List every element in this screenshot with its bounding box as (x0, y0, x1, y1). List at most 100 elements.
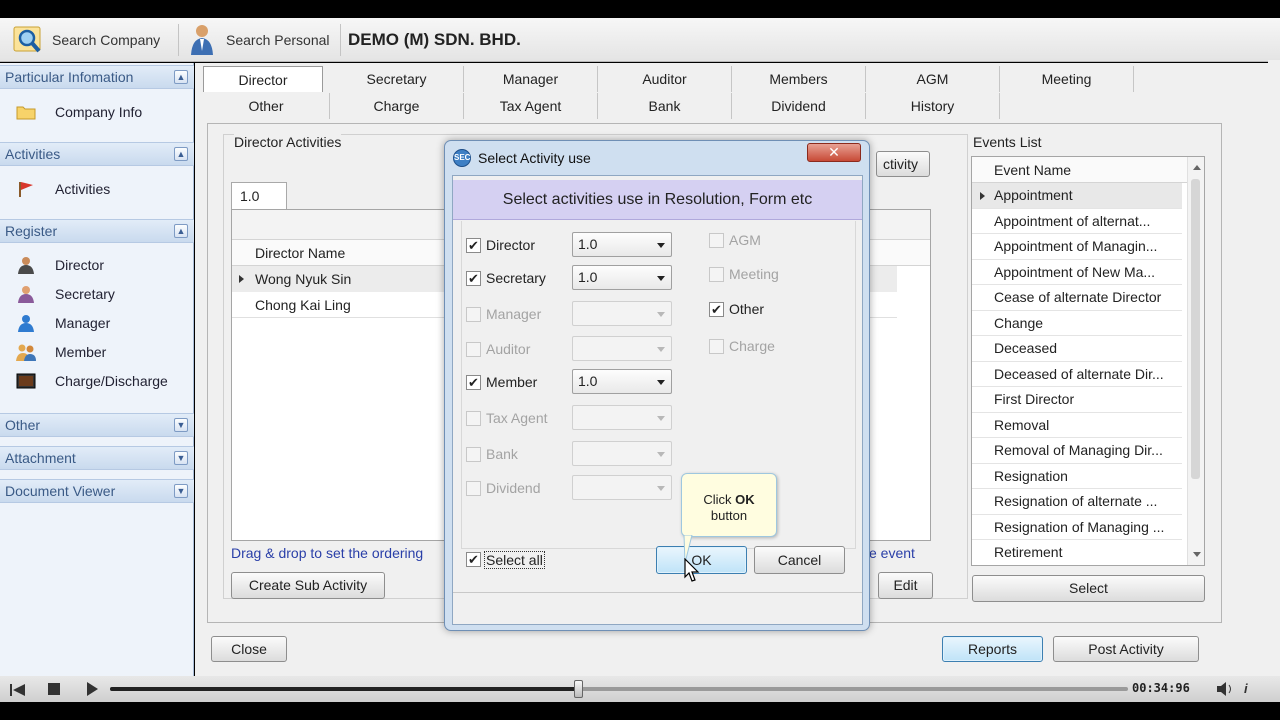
group-register[interactable]: Register ▲ (0, 219, 194, 243)
tab-auditor[interactable]: Auditor (598, 66, 732, 92)
info-icon[interactable]: i (1244, 681, 1248, 696)
column-header-event-name[interactable]: Event Name (972, 157, 1187, 183)
charge-checkbox[interactable] (709, 339, 724, 354)
post-activity-button[interactable]: Post Activity (1053, 636, 1199, 662)
reports-button[interactable]: Reports (942, 636, 1043, 662)
event-list-item[interactable]: Resignation of Managing ... (972, 515, 1182, 540)
secretary-version-select[interactable]: 1.0 (572, 265, 672, 290)
sidebar-item-manager[interactable]: Manager (0, 309, 192, 337)
search-company-label: Search Company (52, 32, 161, 48)
event-list-item[interactable]: Change (972, 311, 1182, 336)
tab-history[interactable]: History (866, 93, 1000, 119)
stop-icon[interactable] (48, 683, 60, 695)
tax-agent-version-select[interactable] (572, 405, 672, 430)
event-list-item[interactable]: Cease of alternate Director (972, 285, 1182, 311)
collapse-icon[interactable]: ▲ (174, 70, 188, 84)
expand-icon[interactable]: ▼ (174, 484, 188, 498)
collapse-icon[interactable]: ▲ (174, 224, 188, 238)
director-version-select[interactable]: 1.0 (572, 232, 672, 257)
collapse-icon[interactable]: ▲ (174, 147, 188, 161)
tab-secretary[interactable]: Secretary (330, 66, 464, 92)
sidebar-item-charge-discharge[interactable]: Charge/Discharge (0, 367, 192, 395)
search-personal-button[interactable]: Search Personal (186, 18, 330, 62)
search-company-button[interactable]: Search Company (12, 18, 160, 62)
group-other[interactable]: Other ▼ (0, 413, 194, 437)
sidebar-item-secretary[interactable]: Secretary (0, 280, 192, 308)
select-all-label[interactable]: Select all (484, 551, 545, 569)
dividend-version-select[interactable] (572, 475, 672, 500)
tab-agm[interactable]: AGM (866, 66, 1000, 92)
auditor-checkbox[interactable] (466, 342, 481, 357)
select-button[interactable]: Select (972, 575, 1205, 602)
volume-icon[interactable] (1216, 682, 1234, 696)
sidebar-item-activities[interactable]: Activities (0, 175, 192, 203)
bottom-black-bar (0, 702, 1280, 720)
tab-other[interactable]: Other (203, 93, 330, 119)
add-activity-button[interactable]: ctivity (876, 151, 930, 177)
event-list-item[interactable]: Appointment of Managin... (972, 234, 1182, 260)
event-list-item[interactable]: Removal of Managing Dir... (972, 438, 1182, 464)
cancel-button[interactable]: Cancel (754, 546, 845, 574)
group-particular-information[interactable]: Particular Infomation ▲ (0, 65, 194, 89)
sidebar-item-company-info[interactable]: Company Info (0, 98, 192, 126)
manager-checkbox[interactable] (466, 307, 481, 322)
events-scrollbar[interactable] (1187, 157, 1204, 565)
event-list-item[interactable]: Appointment (972, 183, 1182, 209)
tab-tax-agent[interactable]: Tax Agent (464, 93, 598, 119)
other-checkbox[interactable]: ✔ (709, 302, 724, 317)
sidebar: Particular Infomation ▲ Company Info Act… (0, 63, 194, 676)
bank-version-select[interactable] (572, 441, 672, 466)
event-list-item[interactable]: Retirement (972, 540, 1182, 565)
tab-bank[interactable]: Bank (598, 93, 732, 119)
manager-version-select[interactable] (572, 301, 672, 326)
member-version-select[interactable]: 1.0 (572, 369, 672, 394)
event-list-item[interactable]: Deceased (972, 336, 1182, 362)
director-checkbox[interactable]: ✔ (466, 238, 481, 253)
close-button[interactable]: Close (211, 636, 287, 662)
events-list-title: Events List (973, 134, 1042, 150)
group-attachment[interactable]: Attachment ▼ (0, 446, 194, 470)
seek-handle[interactable] (574, 680, 584, 698)
event-list-item[interactable]: Removal (972, 413, 1182, 438)
play-icon[interactable] (87, 682, 98, 696)
dividend-checkbox[interactable] (466, 481, 481, 496)
scroll-thumb[interactable] (1191, 179, 1200, 479)
bank-checkbox[interactable] (466, 447, 481, 462)
expand-icon[interactable]: ▼ (174, 418, 188, 432)
meeting-checkbox[interactable] (709, 267, 724, 282)
tab-charge[interactable]: Charge (330, 93, 464, 119)
dialog-body: Select activities use in Resolution, For… (452, 175, 863, 625)
group-document-viewer[interactable]: Document Viewer ▼ (0, 479, 194, 503)
event-list-item[interactable]: Appointment of alternat... (972, 209, 1182, 234)
secretary-checkbox[interactable]: ✔ (466, 271, 481, 286)
tab-dividend[interactable]: Dividend (732, 93, 866, 119)
sidebar-item-director[interactable]: Director (0, 251, 192, 279)
event-list-item[interactable]: First Director (972, 387, 1182, 413)
tab-manager[interactable]: Manager (464, 66, 598, 92)
seek-track[interactable] (110, 687, 1128, 691)
create-sub-activity-button[interactable]: Create Sub Activity (231, 572, 385, 599)
version-tab[interactable]: 1.0 (231, 182, 287, 210)
tab-director[interactable]: Director (203, 66, 323, 92)
auditor-version-select[interactable] (572, 336, 672, 361)
skip-back-icon[interactable] (10, 683, 26, 696)
scroll-up-icon[interactable] (1193, 165, 1201, 170)
agm-checkbox[interactable] (709, 233, 724, 248)
expand-icon[interactable]: ▼ (174, 451, 188, 465)
event-list-item[interactable]: Appointment of New Ma... (972, 260, 1182, 285)
scroll-down-icon[interactable] (1193, 552, 1201, 557)
edit-button[interactable]: Edit (878, 572, 933, 599)
event-list-item[interactable]: Resignation of alternate ... (972, 489, 1182, 515)
select-all-checkbox[interactable]: ✔ (466, 552, 481, 567)
close-icon[interactable]: ✕ (807, 143, 861, 162)
tab-meeting[interactable]: Meeting (1000, 66, 1134, 92)
tab-members[interactable]: Members (732, 66, 866, 92)
chevron-down-icon (657, 380, 665, 385)
member-checkbox[interactable]: ✔ (466, 375, 481, 390)
event-list-item[interactable]: Resignation (972, 464, 1182, 489)
group-activities[interactable]: Activities ▲ (0, 142, 194, 166)
company-name: DEMO (M) SDN. BHD. (348, 30, 521, 49)
event-list-item[interactable]: Deceased of alternate Dir... (972, 362, 1182, 387)
tax-agent-checkbox[interactable] (466, 411, 481, 426)
sidebar-item-member[interactable]: Member (0, 338, 192, 366)
